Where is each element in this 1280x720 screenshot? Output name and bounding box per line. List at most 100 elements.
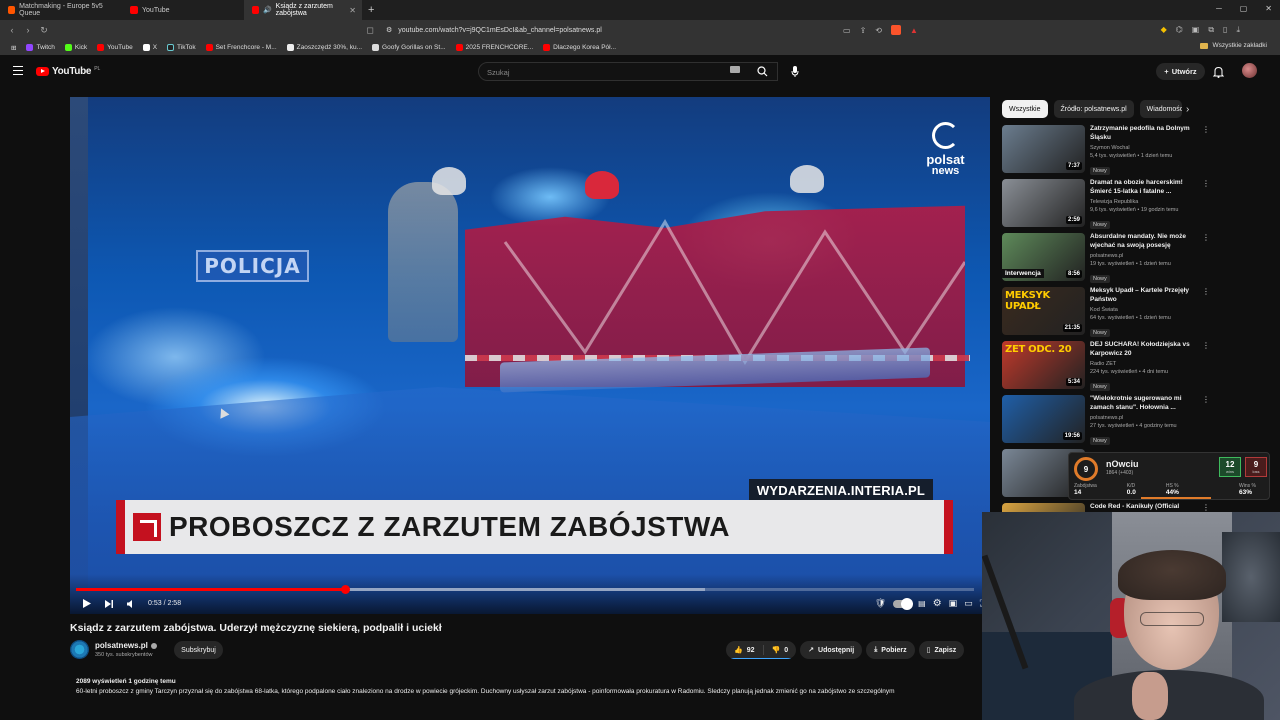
downloads-icon[interactable]: ⤓ — [1236, 25, 1240, 35]
menu-icon[interactable] — [13, 66, 23, 75]
recommendation-title[interactable]: Absurdalne mandaty. Nie może wjechać na … — [1090, 233, 1200, 251]
video-thumbnail[interactable]: Interwencja 8:56 — [1002, 233, 1085, 281]
bookmark-item[interactable]: Kick — [60, 44, 92, 51]
bookmark-item[interactable]: TikTok — [162, 44, 201, 51]
bookmark-item[interactable]: Zaoszczędź 30%, ku... — [282, 44, 367, 51]
more-options-icon[interactable]: ⋮ — [1202, 233, 1210, 242]
progress-bar[interactable] — [76, 585, 974, 594]
bookmark-item[interactable]: Twitch — [21, 44, 59, 51]
bookmark-item[interactable]: 2025 FRENCHCORE... — [451, 44, 539, 51]
create-button[interactable]: + Utwórz — [1156, 63, 1205, 80]
recommendation-title[interactable]: "Wielokrotnie sugerowano mi zamach stanu… — [1090, 395, 1200, 413]
extension-icon[interactable]: ◆ — [1161, 25, 1167, 35]
shield-icon[interactable]: 🛡 — [875, 598, 886, 609]
chip-all[interactable]: Wszystkie — [1002, 100, 1048, 118]
recommendation-channel[interactable]: Szymon Wochal — [1090, 145, 1200, 151]
notifications-bell-icon[interactable] — [1212, 65, 1225, 83]
maximize-button[interactable]: ▢ — [1240, 4, 1248, 13]
chip-news[interactable]: Wiadomości — [1139, 100, 1182, 118]
autoplay-toggle[interactable] — [893, 597, 914, 610]
channel-name[interactable]: polsatnews.pl — [95, 641, 157, 650]
download-button[interactable]: ⤓ Pobierz — [866, 641, 915, 659]
description-box[interactable]: 2089 wyświetleń 1 godzinę temu 60-letni … — [70, 675, 990, 720]
translate-icon[interactable]: ⟲ — [875, 26, 882, 35]
video-thumbnail[interactable]: ZET ODC. 20 5:34 — [1002, 341, 1085, 389]
youtube-logo[interactable]: YouTube PL — [36, 66, 100, 77]
recommendation-item[interactable]: 7:37 Zatrzymanie pedofila na Dolnym Śląsk… — [1002, 125, 1212, 179]
brave-rewards-icon[interactable]: ▲ — [910, 26, 918, 35]
recommendation-channel[interactable]: Telewizja Republika — [1090, 199, 1200, 205]
video-thumbnail[interactable]: 19:56 — [1002, 395, 1085, 443]
recommendation-item[interactable]: Interwencja 8:56 Absurdalne mandaty. Nie m… — [1002, 233, 1212, 287]
wallet-icon[interactable]: ▣ — [1192, 25, 1200, 35]
recommendation-title[interactable]: Zatrzymanie pedofila na Dolnym Śląsku — [1090, 125, 1200, 143]
audio-playing-icon[interactable]: 🔊 — [263, 6, 272, 14]
site-info-icon[interactable]: ⚙ — [386, 26, 392, 34]
play-button[interactable] — [76, 599, 98, 608]
recommendation-item[interactable]: 2:59 Dramat na obozie harcerskim! Śmierć … — [1002, 179, 1212, 233]
theater-mode-icon[interactable]: ▭ — [964, 598, 973, 609]
tab-matchmaking[interactable]: Matchmaking - Europe 5v5 Queue — [0, 0, 122, 20]
recommendation-title[interactable]: Dramat na obozie harcerskim! Śmierć 15-l… — [1090, 179, 1200, 197]
video-thumbnail[interactable]: 2:59 — [1002, 179, 1085, 227]
miniplayer-icon[interactable]: ▣ — [949, 598, 958, 609]
video-thumbnail[interactable]: MEKSYK UPADŁ 21:35 — [1002, 287, 1085, 335]
recommendation-item[interactable]: ZET ODC. 20 5:34 DEJ SUCHARA! Kołodziejska… — [1002, 341, 1212, 395]
volume-button[interactable] — [120, 599, 142, 608]
bookmark-item[interactable]: YouTube — [92, 44, 138, 51]
bookmark-item[interactable]: X — [138, 44, 162, 51]
recommendation-title[interactable]: DEJ SUCHARA! Kołodziejska vs Karpowicz 2… — [1090, 341, 1200, 359]
brave-shields-icon[interactable] — [890, 25, 901, 35]
all-bookmarks-button[interactable]: Wszystkie zakładki — [1195, 42, 1272, 49]
bookmark-item[interactable]: Dlaczego Korea Pół... — [538, 44, 621, 51]
like-button[interactable]: 👍 92 — [726, 641, 763, 659]
apps-grid-icon[interactable]: ⊞ — [6, 44, 21, 52]
recommendation-channel[interactable]: Kod Świata — [1090, 307, 1200, 313]
search-button[interactable] — [746, 62, 778, 81]
video-thumbnail[interactable]: 7:37 — [1002, 125, 1085, 173]
more-options-icon[interactable]: ⋮ — [1202, 503, 1210, 512]
chevron-right-icon[interactable]: › — [1186, 104, 1189, 115]
keyboard-icon[interactable] — [730, 66, 740, 73]
sidebar-toggle-icon[interactable]: ▯ — [1223, 25, 1227, 35]
tab-youtube[interactable]: YouTube — [122, 0, 244, 20]
voice-search-button[interactable] — [786, 63, 803, 80]
tab-current-video[interactable]: 🔊 Ksiądz z zarzutem zabójstwa ✕ — [244, 0, 362, 20]
extensions-icon[interactable]: ⧉ — [1208, 25, 1214, 35]
cast-icon[interactable]: ▭ — [843, 26, 851, 35]
channel-avatar[interactable] — [70, 640, 89, 659]
vpn-icon[interactable]: ⌬ — [1176, 25, 1183, 35]
url-field[interactable]: ⚙ youtube.com/watch?v=j9QC1mEsDcI&ab_cha… — [386, 26, 602, 35]
dislike-button[interactable]: 👎 0 — [764, 641, 797, 659]
close-window-button[interactable]: ✕ — [1265, 4, 1272, 13]
chip-from-channel[interactable]: Źródło: polsatnews.pl — [1053, 100, 1134, 118]
recommendation-channel[interactable]: polsatnews.pl — [1090, 415, 1200, 421]
recommendation-item[interactable]: MEKSYK UPADŁ 21:35 Meksyk Upadł – Kartele … — [1002, 287, 1212, 341]
video-player[interactable]: POLICJA polsat news WYDARZENIA.INTERIA.P… — [70, 97, 990, 614]
more-options-icon[interactable]: ⋮ — [1202, 287, 1210, 296]
new-tab-button[interactable]: + — [362, 4, 380, 16]
account-avatar[interactable] — [1242, 63, 1257, 78]
tab-close-icon[interactable]: ✕ — [349, 6, 356, 15]
subtitles-icon[interactable]: ▤ — [918, 599, 926, 608]
share-icon[interactable]: ⇪ — [860, 26, 867, 35]
subscribe-button[interactable]: Subskrybuj — [174, 641, 223, 659]
minimize-button[interactable]: ─ — [1216, 4, 1222, 13]
reload-button[interactable]: ↻ — [36, 25, 52, 36]
share-button[interactable]: ↗ Udostępnij — [800, 641, 863, 659]
forward-button[interactable]: › — [20, 25, 36, 35]
more-options-icon[interactable]: ⋮ — [1202, 395, 1210, 404]
back-button[interactable]: ‹ — [4, 25, 20, 35]
more-options-icon[interactable]: ⋮ — [1202, 125, 1210, 134]
settings-gear-icon[interactable]: ⚙ — [933, 598, 942, 609]
next-button[interactable] — [98, 599, 120, 608]
bookmark-item[interactable]: Goofy Gorillas on St... — [367, 44, 451, 51]
recommendation-item[interactable]: 19:56 "Wielokrotnie sugerowano mi zamach … — [1002, 395, 1212, 449]
recommendation-title[interactable]: Meksyk Upadł – Kartele Przejęły Państwo — [1090, 287, 1200, 305]
bookmark-icon[interactable]: ◻ — [362, 25, 378, 36]
more-options-icon[interactable]: ⋮ — [1202, 341, 1210, 350]
bookmark-item[interactable]: Set Frenchcore - M... — [201, 44, 282, 51]
recommendation-channel[interactable]: Radio ZET — [1090, 361, 1200, 367]
save-button[interactable]: ▯ Zapisz — [918, 641, 965, 659]
recommendation-channel[interactable]: polsatnews.pl — [1090, 253, 1200, 259]
